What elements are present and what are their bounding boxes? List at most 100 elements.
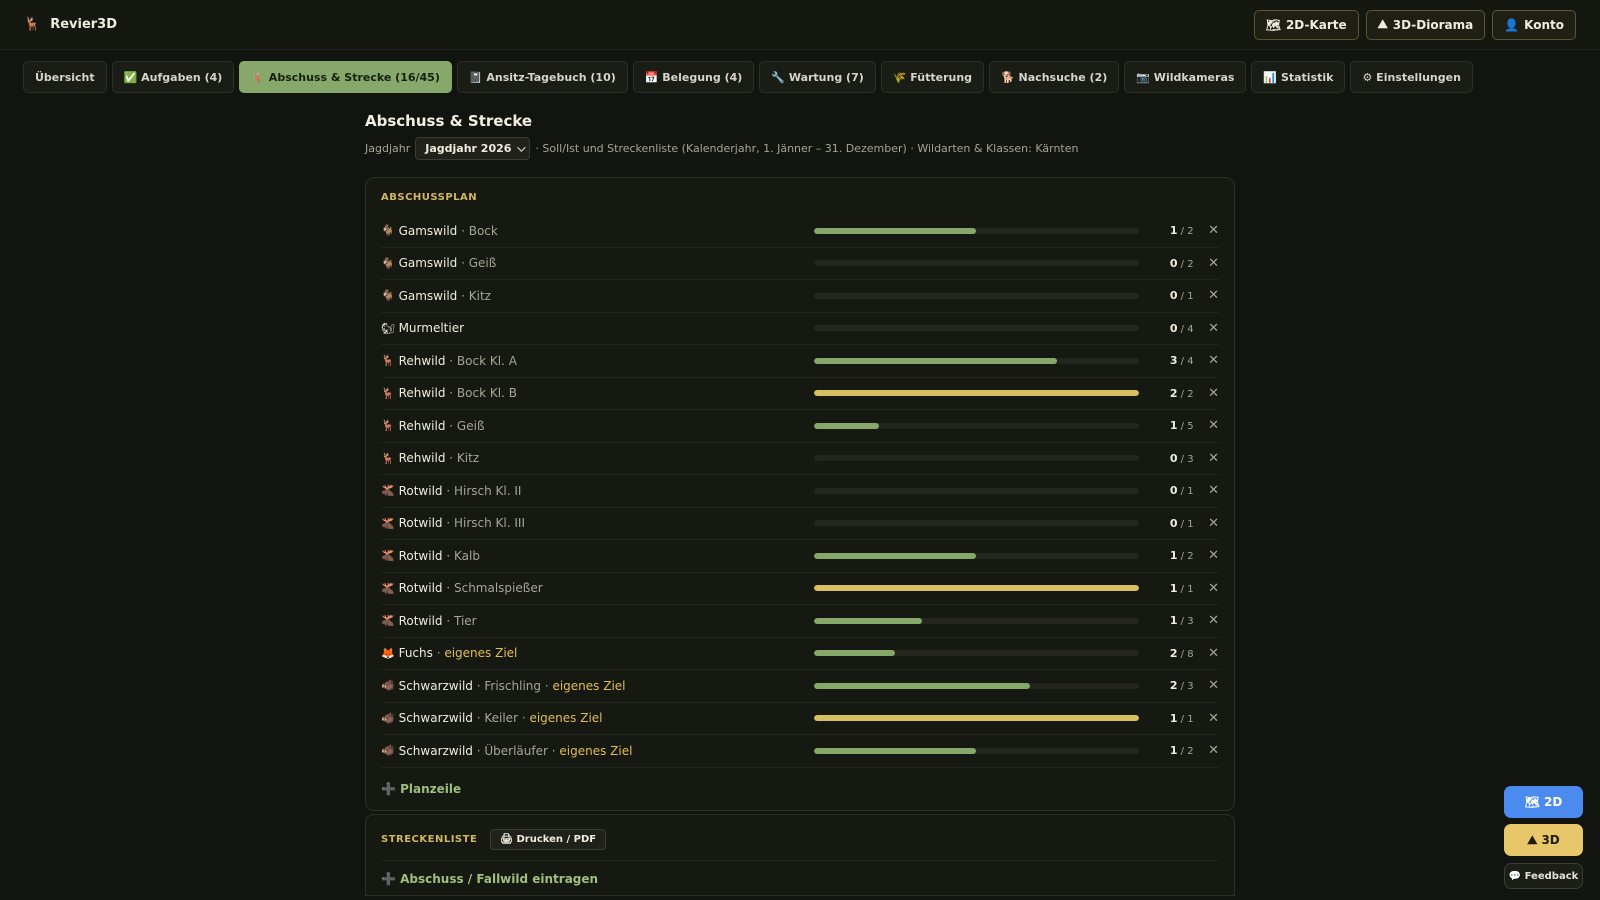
switch-2d-button[interactable]: 🗺 2D <box>1504 786 1583 818</box>
progress-bar <box>813 520 1139 527</box>
plan-row-name: Gamswild · Bock <box>399 224 814 238</box>
tab-stand-diary[interactable]: 📓 Ansitz-Tagebuch (10) <box>456 61 628 93</box>
tab-statistics[interactable]: 📊 Statistik <box>1251 61 1346 93</box>
progress-bar <box>813 617 1139 624</box>
close-icon[interactable]: ✕ <box>1194 288 1219 303</box>
species-name: Fuchs <box>398 646 433 661</box>
progress-bar <box>813 487 1139 494</box>
close-icon[interactable]: ✕ <box>1194 516 1219 531</box>
separator: · <box>442 581 454 596</box>
plan-row-name: Rotwild · Hirsch Kl. III <box>399 516 814 530</box>
plan-row-name: Rotwild · Schmalspießer <box>399 581 814 595</box>
tab-settings[interactable]: ⚙ Einstellungen <box>1350 61 1473 93</box>
species-icon: 🫎 <box>381 549 395 563</box>
tab-game-cameras[interactable]: 📷 Wildkameras <box>1124 61 1247 93</box>
close-icon[interactable]: ✕ <box>1194 548 1219 563</box>
count-separator: / <box>1177 258 1188 270</box>
tab-tasks[interactable]: ✅ Aufgaben (4) <box>111 61 235 93</box>
map-2d-button[interactable]: 🗺 2D-Karte <box>1253 9 1359 40</box>
class-name: Hirsch Kl. II <box>453 483 522 498</box>
count-separator: / <box>1177 746 1188 758</box>
species-icon: 🦌 <box>381 419 395 433</box>
tab-tracking[interactable]: 🐕 Nachsuche (2) <box>989 61 1120 93</box>
close-icon[interactable]: ✕ <box>1194 223 1219 238</box>
separator: · <box>442 548 454 563</box>
harvest-plan-list: 🐐 Gamswild · Bock 1 / 2 ✕ 🐐 Gamswild · Geiß 0 … <box>381 215 1219 768</box>
close-icon[interactable]: ✕ <box>1194 613 1219 628</box>
plan-row-name: Rotwild · Kalb <box>399 549 814 563</box>
plan-row-name: Fuchs · eigenes Ziel <box>399 646 814 660</box>
harvest-count: 0 / 1 <box>1151 517 1194 530</box>
count-separator: / <box>1177 323 1188 335</box>
harvest-count: 2 / 8 <box>1151 647 1194 660</box>
class-name: Tier <box>453 613 477 628</box>
add-plan-row-button[interactable]: ➕ Planzeile <box>381 768 1219 810</box>
harvest-count: 0 / 1 <box>1151 289 1194 302</box>
harvest-count: 1 / 2 <box>1151 549 1194 562</box>
top-bar: 🦌 Revier3D 🗺 2D-Karte ⛰ 3D-Diorama 👤 Kon… <box>0 0 1600 50</box>
count-separator: / <box>1177 518 1188 530</box>
count-actual: 0 <box>1169 451 1178 465</box>
progress-bar <box>813 552 1139 559</box>
tab-maintenance[interactable]: 🔧 Wartung (7) <box>759 61 876 93</box>
mountain-icon: ⛰ <box>1377 17 1388 31</box>
page-description: · Soll/Ist und Streckenliste (Kalenderja… <box>535 142 1079 155</box>
count-separator: / <box>1177 421 1188 433</box>
class-name: Bock <box>468 223 498 238</box>
count-actual: 1 <box>1169 549 1178 563</box>
count-separator: / <box>1177 291 1188 303</box>
app-title: Revier3D <box>50 17 118 32</box>
close-icon[interactable]: ✕ <box>1194 711 1219 726</box>
switch-3d-button[interactable]: ⛰ 3D <box>1504 824 1583 856</box>
page-title: Abschuss & Strecke <box>365 112 533 130</box>
count-actual: 0 <box>1169 256 1178 270</box>
harvest-count: 1 / 3 <box>1151 614 1194 627</box>
chevron-down-icon <box>517 142 527 152</box>
close-icon[interactable]: ✕ <box>1194 418 1219 433</box>
progress-fill <box>813 715 1139 722</box>
close-icon[interactable]: ✕ <box>1194 678 1219 693</box>
close-icon[interactable]: ✕ <box>1194 321 1219 336</box>
species-name: Schwarzwild <box>398 711 473 726</box>
close-icon[interactable]: ✕ <box>1194 581 1219 596</box>
close-icon[interactable]: ✕ <box>1194 353 1219 368</box>
separator: · <box>518 711 530 726</box>
harvest-list-header: STRECKENLISTE 🖨 Drucken / PDF <box>381 828 1219 861</box>
year-label: Jagdjahr <box>365 142 411 155</box>
count-actual: 0 <box>1169 321 1178 335</box>
close-icon[interactable]: ✕ <box>1194 451 1219 466</box>
feedback-button[interactable]: 💬 Feedback <box>1504 863 1583 889</box>
close-icon[interactable]: ✕ <box>1194 646 1219 661</box>
class-name: Kalb <box>453 548 480 563</box>
print-pdf-button[interactable]: 🖨 Drucken / PDF <box>490 828 607 850</box>
tab-occupancy[interactable]: 📅 Belegung (4) <box>632 61 755 93</box>
close-icon[interactable]: ✕ <box>1194 386 1219 401</box>
year-select[interactable]: Jagdjahr 2026 <box>415 137 531 160</box>
harvest-plan-card: ABSCHUSSPLAN 🐐 Gamswild · Bock 1 / 2 ✕ 🐐 Gams… <box>365 177 1235 811</box>
species-name: Rotwild <box>398 613 443 628</box>
progress-fill <box>813 390 1139 397</box>
tab-overview[interactable]: Übersicht <box>23 61 107 93</box>
class-name: Geiß <box>468 256 497 271</box>
custom-goal-tag: eigenes Ziel <box>552 678 626 693</box>
custom-goal-tag: eigenes Ziel <box>529 711 603 726</box>
progress-fill <box>813 617 922 624</box>
diorama-3d-label: 3D-Diorama <box>1392 17 1474 32</box>
progress-bar <box>813 357 1139 364</box>
species-icon: 🫎 <box>381 581 395 595</box>
close-icon[interactable]: ✕ <box>1194 256 1219 271</box>
account-button[interactable]: 👤 Konto <box>1492 9 1576 40</box>
diorama-3d-button[interactable]: ⛰ 3D-Diorama <box>1365 9 1486 40</box>
plan-row-name: Rehwild · Bock Kl. A <box>399 354 814 368</box>
tab-harvest[interactable]: 🦌 Abschuss & Strecke (16/45) <box>239 61 452 93</box>
tab-feeding[interactable]: 🌾 Fütterung <box>880 61 985 93</box>
brand[interactable]: 🦌 Revier3D <box>24 17 117 32</box>
close-icon[interactable]: ✕ <box>1194 743 1219 758</box>
count-actual: 1 <box>1169 711 1178 725</box>
close-icon[interactable]: ✕ <box>1194 483 1219 498</box>
add-harvest-entry-button[interactable]: ➕ Abschuss / Fallwild eintragen <box>381 861 1219 897</box>
harvest-count: 1 / 1 <box>1151 582 1194 595</box>
species-icon: 🐐 <box>381 289 395 303</box>
plan-row-name: Schwarzwild · Keiler · eigenes Ziel <box>399 711 814 725</box>
count-separator: / <box>1177 551 1188 563</box>
